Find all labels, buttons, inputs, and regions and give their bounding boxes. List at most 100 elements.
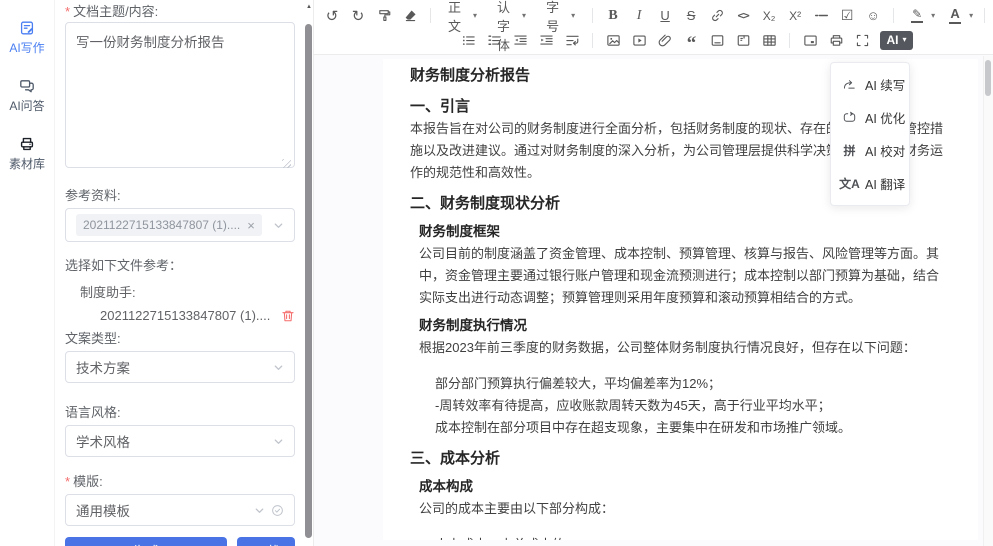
link-icon[interactable] bbox=[705, 5, 729, 27]
superscript-icon[interactable]: X² bbox=[783, 5, 807, 27]
ai-continue-item[interactable]: AI 续写 bbox=[831, 68, 909, 101]
quote-icon[interactable]: “ bbox=[679, 29, 703, 51]
line-break-icon[interactable] bbox=[560, 29, 584, 51]
template-label: * 模版: bbox=[65, 474, 295, 490]
fullscreen-icon[interactable] bbox=[850, 29, 874, 51]
file-ref-label: 选择如下文件参考： bbox=[65, 258, 295, 274]
font-color-dropdown[interactable]: A▾ bbox=[940, 5, 976, 27]
copy-type-value: 技术方案 bbox=[76, 357, 130, 377]
required-asterisk: * bbox=[65, 4, 70, 20]
preview-icon[interactable] bbox=[798, 29, 822, 51]
doc-list-line: 部分部门预算执行偏差较大，平均偏差率为12%； bbox=[435, 373, 949, 395]
doc-list: 部分部门预算执行偏差较大，平均偏差率为12%；-周转效率有待提高，应收账款周转天… bbox=[435, 373, 949, 439]
sidebar-item-label: AI问答 bbox=[9, 97, 44, 114]
doc-paragraph: 公司目前的制度涵盖了资金管理、成本控制、预算管理、核算与报告、风险管理等方面。其… bbox=[419, 243, 949, 309]
generate-button[interactable]: 生成 bbox=[65, 537, 227, 546]
reference-select[interactable]: 2021122715133847807 (1).... × bbox=[65, 208, 295, 242]
video-icon[interactable] bbox=[627, 29, 651, 51]
toolbar-separator bbox=[984, 8, 985, 23]
language-style-select[interactable]: 学术风格 bbox=[65, 425, 295, 457]
ai-menu-item-label: AI 优化 bbox=[865, 108, 905, 127]
reference-tag: 2021122715133847807 (1).... × bbox=[76, 214, 262, 236]
language-style-label: 语言风格: bbox=[65, 405, 295, 421]
scroll-up-icon[interactable]: ▲ bbox=[305, 4, 313, 10]
language-style-value: 学术风格 bbox=[76, 431, 130, 451]
download-button[interactable]: 下载 bbox=[237, 537, 295, 546]
app-window: AI写作 AI问答 素材库 * 文档主题/内容: 写一份财务制度分析报告 参考资… bbox=[0, 0, 993, 546]
sidebar-item-label: AI写作 bbox=[9, 39, 44, 56]
underline-icon[interactable]: U bbox=[653, 5, 677, 27]
divider-icon[interactable] bbox=[809, 5, 833, 27]
caret-down-icon: ▾ bbox=[473, 12, 477, 20]
highlight-dropdown[interactable]: ✎▾ bbox=[902, 5, 938, 27]
caret-down-icon: ▾ bbox=[931, 12, 935, 20]
editor-scrollbar[interactable] bbox=[983, 56, 993, 546]
chevron-down-icon bbox=[254, 505, 265, 516]
ai-write-icon bbox=[19, 20, 35, 36]
ai-optimize-item[interactable]: AI 优化 bbox=[831, 101, 909, 134]
ordered-list-icon[interactable] bbox=[482, 29, 506, 51]
topic-label: * 文档主题/内容: bbox=[65, 4, 295, 20]
toolbar-row-1: ↺↻正文▾默认字体▾字号▾BIUS<>X₂X²☑☺✎▾A▾≡▾ bbox=[320, 3, 989, 28]
font-color-icon[interactable]: A bbox=[943, 5, 967, 27]
ai-tools-button[interactable]: AI▾ bbox=[880, 31, 912, 50]
italic-icon[interactable]: I bbox=[627, 5, 651, 27]
file-row: 2021122715133847807 (1).... bbox=[65, 308, 295, 323]
topic-input[interactable]: 写一份财务制度分析报告 bbox=[65, 22, 295, 168]
format-painter-icon[interactable] bbox=[372, 5, 396, 27]
editor-toolbar: ↺↻正文▾默认字体▾字号▾BIUS<>X₂X²☑☺✎▾A▾≡▾ “AI▾ bbox=[314, 0, 993, 55]
doc-heading: 成本构成 bbox=[419, 476, 949, 498]
ai-menu-item-label: AI 翻译 bbox=[865, 174, 905, 193]
form-panel-scrollbar[interactable]: ▲ bbox=[305, 0, 313, 546]
remove-tag-icon[interactable]: × bbox=[247, 218, 255, 233]
bold-icon[interactable]: B bbox=[601, 5, 625, 27]
resize-grip-icon[interactable] bbox=[282, 159, 291, 168]
emoji-icon[interactable]: ☺ bbox=[861, 5, 885, 27]
undo-icon[interactable]: ↺ bbox=[320, 5, 344, 27]
code-icon[interactable]: <> bbox=[731, 5, 755, 27]
copy-type-select[interactable]: 技术方案 bbox=[65, 351, 295, 383]
sidebar-item-material-lib[interactable]: 素材库 bbox=[9, 136, 45, 172]
caret-down-icon: ▾ bbox=[522, 12, 526, 20]
doc-paragraph: 公司的成本主要由以下部分构成： bbox=[419, 498, 949, 520]
eraser-icon[interactable] bbox=[398, 5, 422, 27]
scrollbar-thumb[interactable] bbox=[985, 60, 991, 96]
delete-file-icon[interactable] bbox=[281, 309, 295, 323]
material-library-icon bbox=[19, 136, 35, 152]
chevron-down-icon bbox=[273, 362, 284, 373]
sidebar-item-ai-write[interactable]: AI写作 bbox=[9, 20, 44, 56]
doc-heading: 财务制度执行情况 bbox=[419, 315, 949, 337]
doc-list: 人力成本：占总成本的35%； bbox=[435, 534, 949, 540]
indent-decrease-icon[interactable] bbox=[508, 29, 532, 51]
chevron-down-icon bbox=[273, 220, 284, 231]
highlight-icon[interactable]: ✎ bbox=[905, 5, 929, 27]
redo-icon[interactable]: ↻ bbox=[346, 5, 370, 27]
ai-proofread-item[interactable]: 拼 AI 校对 bbox=[831, 134, 909, 167]
image-icon[interactable] bbox=[601, 29, 625, 51]
table-icon[interactable] bbox=[757, 29, 781, 51]
page-block-icon[interactable] bbox=[731, 29, 755, 51]
toolbar-separator bbox=[592, 8, 593, 23]
icon-sidebar: AI写作 AI问答 素材库 bbox=[0, 0, 55, 546]
template-value: 通用模板 bbox=[76, 500, 130, 520]
ai-proofread-icon: 拼 bbox=[842, 142, 857, 159]
print-icon[interactable] bbox=[824, 29, 848, 51]
doc-list-line: 成本控制在部分项目中存在超支现象，主要集中在研发和市场推广领域。 bbox=[435, 417, 949, 439]
indent-increase-icon[interactable] bbox=[534, 29, 558, 51]
checkbox-icon[interactable]: ☑ bbox=[835, 5, 859, 27]
sidebar-item-ai-qa[interactable]: AI问答 bbox=[9, 78, 44, 114]
subscript-icon[interactable]: X₂ bbox=[757, 5, 781, 27]
copy-type-label: 文案类型: bbox=[65, 331, 295, 347]
attachment-icon[interactable] bbox=[653, 29, 677, 51]
doc-list-line: 人力成本：占总成本的35%； bbox=[435, 534, 949, 540]
doc-paragraph: 根据2023年前三季度的财务数据，公司整体财务制度执行情况良好，但存在以下问题： bbox=[419, 337, 949, 359]
code-block-icon[interactable] bbox=[705, 29, 729, 51]
bullet-list-icon[interactable] bbox=[456, 29, 480, 51]
caret-down-icon: ▾ bbox=[969, 12, 973, 20]
strike-icon[interactable]: S bbox=[679, 5, 703, 27]
template-select[interactable]: 通用模板 bbox=[65, 494, 295, 526]
ai-translate-item[interactable]: 文AAI 翻译 bbox=[831, 167, 909, 200]
ai-menu-item-label: AI 校对 bbox=[865, 141, 905, 160]
scrollbar-thumb[interactable] bbox=[305, 24, 312, 538]
form-panel: * 文档主题/内容: 写一份财务制度分析报告 参考资料: 20211227151… bbox=[55, 0, 305, 546]
